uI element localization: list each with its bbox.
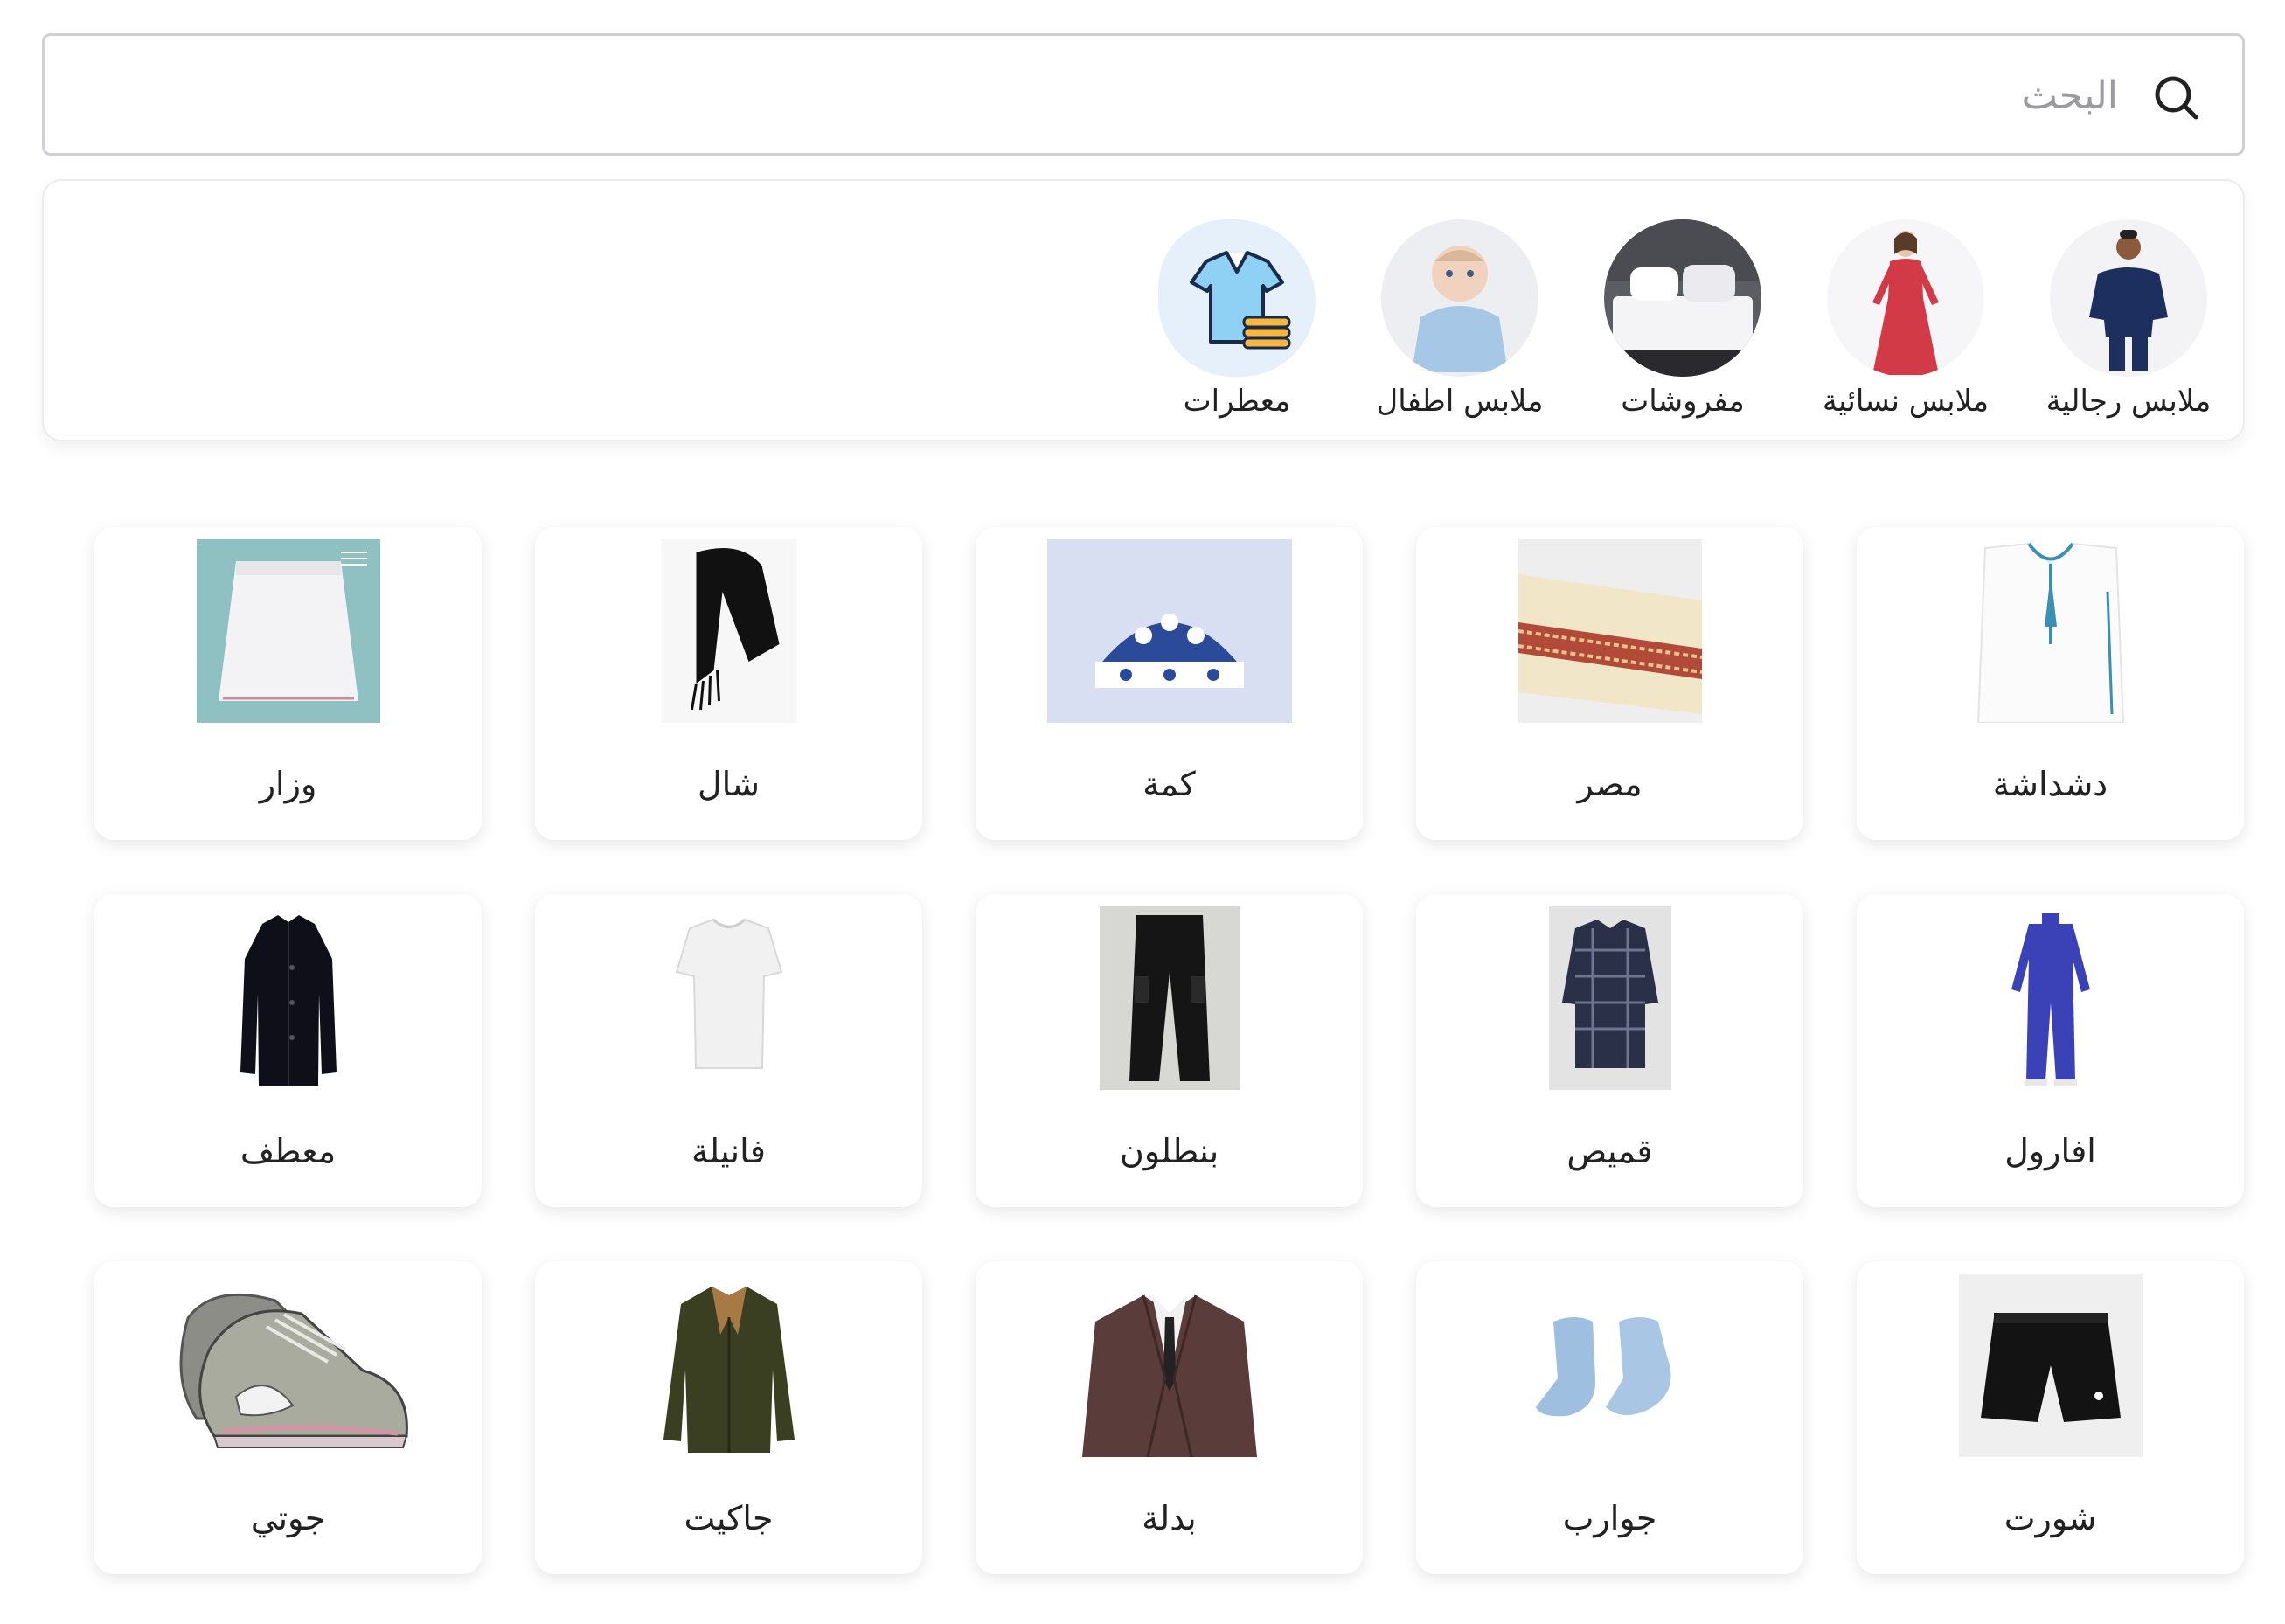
suit-image <box>1078 1274 1261 1457</box>
product-card-undershirt[interactable]: فانيلة <box>535 894 922 1207</box>
coat-image <box>197 906 380 1090</box>
shoes-image <box>162 1270 415 1454</box>
search-icon[interactable] <box>2153 74 2200 121</box>
product-label: فانيلة <box>691 1132 766 1170</box>
product-card-socks[interactable]: جوارب <box>1416 1261 1803 1574</box>
category-label: ملابس اطفال <box>1376 384 1544 419</box>
product-label: بنطلون <box>1119 1132 1219 1170</box>
product-card-shirt[interactable]: قميص <box>1416 894 1803 1207</box>
shorts-image <box>1958 1274 2143 1457</box>
category-women[interactable]: ملابس نسائية <box>1796 212 2015 422</box>
product-label: جوارب <box>1562 1499 1657 1537</box>
search-input[interactable] <box>106 36 2120 155</box>
product-label: قميص <box>1566 1132 1653 1170</box>
kids-clothing-photo <box>1381 219 1538 377</box>
massar-image <box>1518 539 1702 723</box>
product-card-jacket[interactable]: جاكيت <box>535 1261 922 1574</box>
search-bar[interactable] <box>42 33 2245 156</box>
product-label: شورت <box>2004 1499 2097 1537</box>
product-card-suit[interactable]: بدلة <box>976 1261 1363 1574</box>
product-label: كمة <box>1142 765 1196 803</box>
product-card-massar[interactable]: مصر <box>1416 527 1803 840</box>
product-card-overall[interactable]: افارول <box>1857 894 2244 1207</box>
category-fragrances[interactable]: معطرات <box>1128 212 1346 422</box>
product-label: دشداشة <box>1992 765 2108 803</box>
product-label: بدلة <box>1142 1499 1197 1537</box>
men-clothing-photo <box>2050 219 2207 377</box>
product-label: مصر <box>1577 765 1643 803</box>
product-card-shawl[interactable]: شال <box>535 527 922 840</box>
dishdasha-image <box>1959 539 2143 723</box>
shirt-image <box>1548 906 1671 1090</box>
product-label: جاكيت <box>684 1499 774 1537</box>
product-card-shorts[interactable]: شورت <box>1857 1261 2244 1574</box>
women-clothing-photo <box>1827 219 1984 377</box>
category-label: ملابس نسائية <box>1822 384 1990 419</box>
shawl-image <box>661 539 796 723</box>
category-label: ملابس رجالية <box>2045 384 2212 419</box>
product-label: افارول <box>2004 1132 2096 1170</box>
product-card-shoes[interactable]: جوتي <box>94 1261 482 1574</box>
category-strip: ملابس رجالية ملابس نسائية مفروشات ملابس … <box>42 179 2245 441</box>
product-card-kumma[interactable]: كمة <box>976 527 1363 840</box>
product-label: وزار <box>259 765 317 803</box>
undershirt-image <box>637 906 821 1090</box>
product-card-wizar[interactable]: وزار <box>94 527 482 840</box>
jacket-image <box>655 1274 803 1457</box>
product-label: شال <box>697 765 761 803</box>
category-bedding[interactable]: مفروشات <box>1573 212 1792 422</box>
category-label: معطرات <box>1183 384 1291 419</box>
socks-image <box>1518 1274 1702 1457</box>
overall-image <box>1959 906 2143 1090</box>
kumma-cap-image <box>1046 539 1292 723</box>
trousers-image <box>1099 906 1240 1090</box>
category-kids[interactable]: ملابس اطفال <box>1351 212 1569 422</box>
bedding-photo <box>1604 219 1761 377</box>
wizar-image <box>196 539 380 723</box>
shirt-laundry-icon <box>1158 219 1316 377</box>
product-label: جوتي <box>250 1499 326 1537</box>
product-label: معطف <box>240 1132 337 1170</box>
product-card-coat[interactable]: معطف <box>94 894 482 1207</box>
category-men[interactable]: ملابس رجالية <box>2019 212 2238 422</box>
product-card-trousers[interactable]: بنطلون <box>976 894 1363 1207</box>
product-card-dishdasha[interactable]: دشداشة <box>1857 527 2244 840</box>
category-label: مفروشات <box>1621 384 1745 419</box>
